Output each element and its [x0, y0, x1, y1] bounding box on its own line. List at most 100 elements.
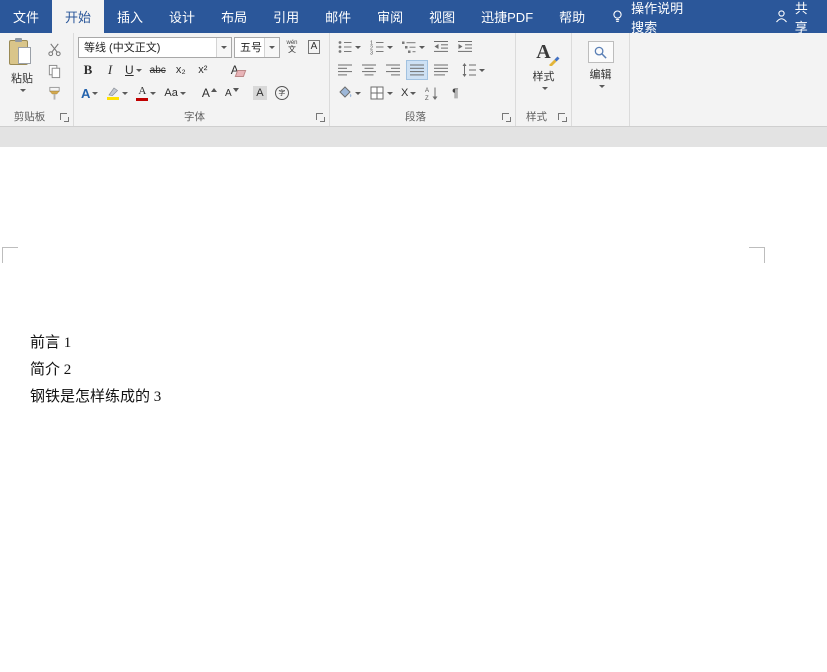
tab-layout[interactable]: 布局	[208, 0, 260, 33]
tab-mailings[interactable]: 邮件	[312, 0, 364, 33]
multilevel-list-button[interactable]	[398, 37, 428, 57]
pilcrow-icon: ¶	[452, 86, 458, 100]
align-left-button[interactable]	[334, 60, 356, 80]
borders-button[interactable]	[366, 83, 396, 103]
change-case-icon: Aa	[164, 87, 177, 99]
bullets-button[interactable]	[334, 37, 364, 57]
text-effects-button[interactable]: A	[78, 83, 101, 103]
clear-formatting-button[interactable]: A	[225, 60, 245, 80]
copy-button[interactable]	[42, 60, 66, 82]
decrease-indent-button[interactable]	[430, 37, 452, 57]
italic-button[interactable]: I	[100, 60, 120, 80]
strikethrough-button[interactable]: abc	[147, 60, 169, 80]
character-shading-icon: A	[253, 86, 266, 100]
share-button[interactable]: 共享	[760, 0, 827, 33]
clipboard-group-label: 剪贴板	[0, 109, 59, 124]
highlighter-icon	[106, 86, 120, 100]
styles-button[interactable]: A 样式	[518, 35, 569, 107]
sort-button[interactable]: AZ	[421, 83, 443, 103]
bold-button[interactable]: B	[78, 60, 98, 80]
underline-button[interactable]: U	[122, 60, 145, 80]
document-area: 前言 1 简介 2 钢铁是怎样练成的 3	[0, 127, 827, 672]
styles-dialog-launcher-icon[interactable]	[557, 112, 568, 123]
paragraph-group: 123	[330, 33, 516, 126]
line-spacing-button[interactable]	[458, 60, 488, 80]
align-center-button[interactable]	[358, 60, 380, 80]
distribute-button[interactable]	[430, 60, 452, 80]
font-color-button[interactable]: A	[133, 83, 159, 103]
font-dialog-launcher-icon[interactable]	[315, 112, 326, 123]
tab-review[interactable]: 审阅	[364, 0, 416, 33]
tab-insert[interactable]: 插入	[104, 0, 156, 33]
cut-button[interactable]	[42, 38, 66, 60]
document-page[interactable]: 前言 1 简介 2 钢铁是怎样练成的 3	[0, 147, 827, 672]
triangle-down-icon	[233, 88, 239, 92]
clipboard-dialog-launcher-icon[interactable]	[59, 112, 70, 123]
character-border-button[interactable]: A	[304, 37, 324, 57]
asian-layout-button[interactable]: X	[398, 83, 419, 103]
tab-references[interactable]: 引用	[260, 0, 312, 33]
format-painter-button[interactable]	[42, 82, 66, 104]
distribute-icon	[433, 62, 449, 78]
tab-pdf[interactable]: 迅捷PDF	[468, 0, 546, 33]
search-icon	[588, 41, 614, 63]
increase-indent-button[interactable]	[454, 37, 476, 57]
shading-button[interactable]	[334, 83, 364, 103]
chevron-down-icon	[122, 92, 128, 95]
show-hide-marks-button[interactable]: ¶	[445, 83, 465, 103]
chevron-down-icon	[180, 92, 186, 95]
grow-font-button[interactable]: A	[199, 83, 220, 103]
justify-button[interactable]	[406, 60, 428, 80]
asian-layout-icon: X	[401, 87, 408, 99]
chevron-down-icon[interactable]	[216, 38, 231, 57]
tell-me-search[interactable]: 操作说明搜索	[598, 0, 705, 33]
character-shading-button[interactable]: A	[250, 83, 270, 103]
tab-help[interactable]: 帮助	[546, 0, 598, 33]
document-line[interactable]: 前言 1	[30, 330, 161, 357]
pinyin-guide-button[interactable]: wén文	[282, 37, 302, 57]
justify-icon	[409, 62, 425, 78]
superscript-button[interactable]: x²	[193, 60, 213, 80]
clipboard-group: 粘贴	[0, 33, 74, 126]
ribbon-filler	[630, 33, 827, 126]
enclose-characters-icon: 字	[275, 86, 289, 100]
document-line[interactable]: 钢铁是怎样练成的 3	[30, 384, 161, 411]
align-left-icon	[337, 62, 353, 78]
tabbar-right: 操作说明搜索 共享	[598, 0, 827, 33]
tab-file[interactable]: 文件	[0, 0, 52, 33]
highlight-color-button[interactable]	[103, 83, 131, 103]
chevron-down-icon[interactable]	[264, 38, 279, 57]
subscript-button[interactable]: x₂	[171, 60, 191, 80]
editing-button[interactable]: 编辑	[574, 35, 627, 107]
numbering-button[interactable]: 123	[366, 37, 396, 57]
editing-label: 编辑	[590, 66, 612, 82]
align-right-button[interactable]	[382, 60, 404, 80]
font-name-select[interactable]: 等线 (中文正文)	[78, 37, 232, 58]
tab-view[interactable]: 视图	[416, 0, 468, 33]
document-text: 前言 1 简介 2 钢铁是怎样练成的 3	[30, 330, 161, 411]
enclose-characters-button[interactable]: 字	[272, 83, 292, 103]
tab-design[interactable]: 设计	[156, 0, 208, 33]
italic-icon: I	[108, 62, 112, 78]
chevron-down-icon	[136, 69, 142, 72]
paragraph-dialog-launcher-icon[interactable]	[501, 112, 512, 123]
align-right-icon	[385, 62, 401, 78]
font-row-1: 等线 (中文正文) 五号 wén文 A	[76, 35, 327, 59]
grow-font-icon: A	[202, 86, 210, 100]
font-size-select[interactable]: 五号	[234, 37, 280, 58]
ribbon-tabbar: 文件 开始 插入 设计 布局 引用 邮件 审阅 视图 迅捷PDF 帮助 操作说明…	[0, 0, 827, 33]
person-icon	[774, 9, 789, 24]
change-case-button[interactable]: Aa	[161, 83, 188, 103]
document-line[interactable]: 简介 2	[30, 357, 161, 384]
font-group: 等线 (中文正文) 五号 wén文 A B I	[74, 33, 330, 126]
format-painter-icon	[47, 86, 62, 101]
font-row-3: A A Aa A A A 字	[76, 81, 327, 105]
chevron-down-icon	[150, 92, 156, 95]
paste-button[interactable]: 粘贴	[2, 35, 42, 107]
tab-home[interactable]: 开始	[52, 0, 104, 33]
shrink-font-button[interactable]: A	[222, 83, 242, 103]
strikethrough-icon: abc	[150, 65, 166, 76]
shading-bucket-icon	[337, 85, 353, 101]
lightbulb-icon	[610, 9, 625, 24]
chevron-down-icon	[92, 92, 98, 95]
